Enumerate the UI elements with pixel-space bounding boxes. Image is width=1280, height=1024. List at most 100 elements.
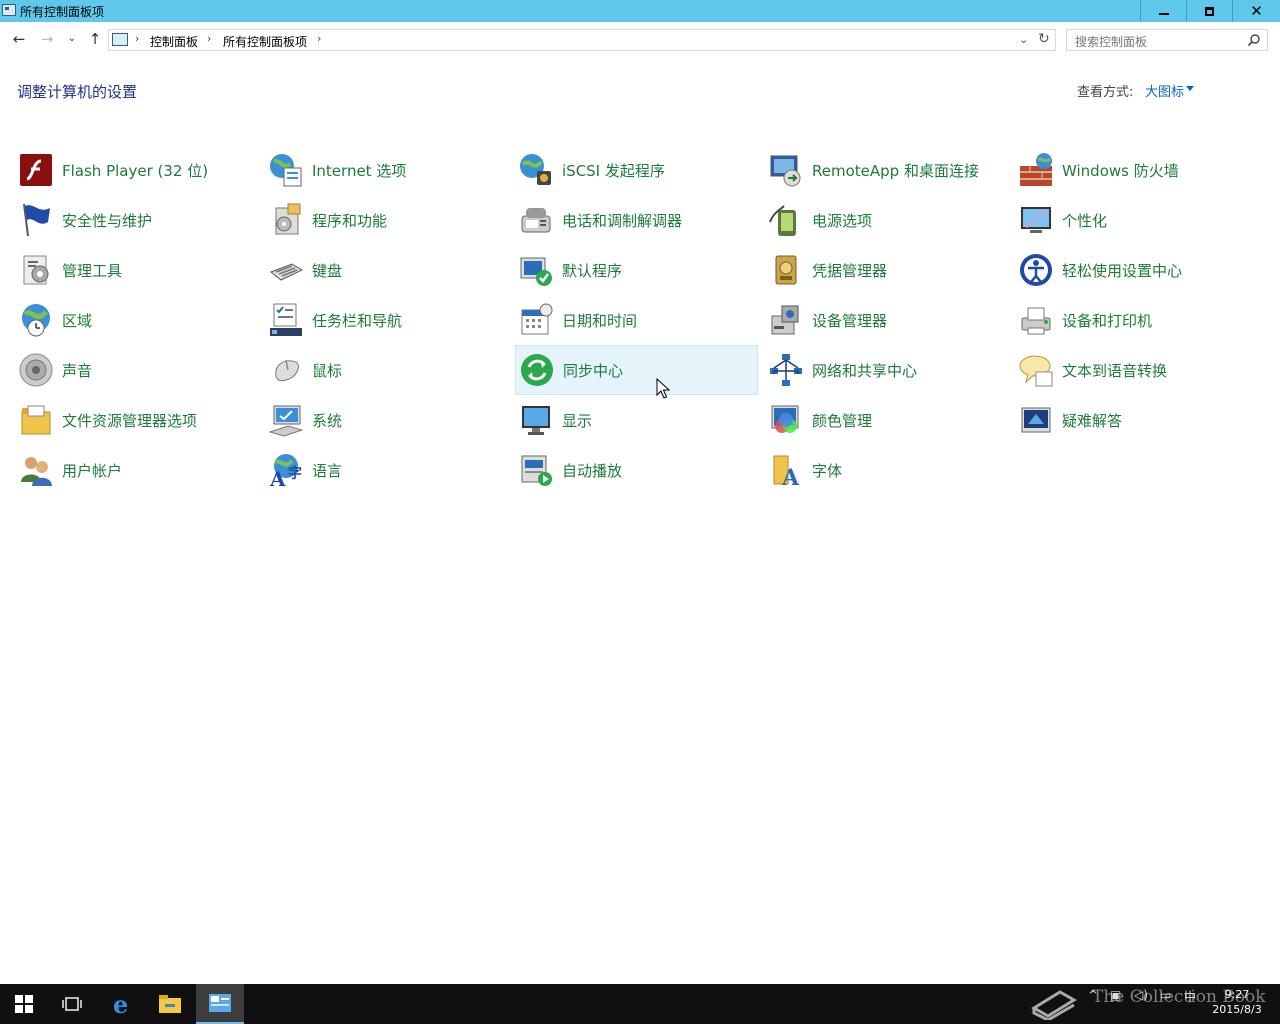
power-icon [769,205,796,236]
control-panel-taskbar-button[interactable] [196,984,244,1024]
control-panel-item-label: 文本到语音转换 [1062,361,1168,380]
control-panel-item-label: 用户帐户 [62,461,123,480]
control-panel-item-internet-options[interactable]: Internet 选项 [265,145,508,195]
control-panel-item-user-accounts[interactable]: 用户帐户 [15,445,258,495]
region-icon [22,304,50,337]
programs-icon [275,203,301,235]
address-dropdown-button[interactable]: ⌄ [1019,33,1028,46]
volume-tray-icon[interactable]: ◁) [1134,988,1148,1002]
control-panel-item-speech[interactable]: 文本到语音转换 [1015,345,1258,395]
control-panel-item-credential[interactable]: 凭据管理器 [765,245,1008,295]
breadcrumb-separator[interactable]: › [317,32,321,45]
control-panel-item-label: 显示 [562,411,593,430]
control-panel-item-flash[interactable]: Flash Player (32 位) [15,145,258,195]
close-button[interactable]: ✕ [1232,0,1280,22]
chevron-down-icon[interactable] [1186,86,1194,91]
breadcrumb-all-items[interactable]: 所有控制面板项 [223,33,307,50]
start-button[interactable] [0,984,48,1024]
firewall-icon [1020,153,1052,186]
control-panel-item-label: 凭据管理器 [812,261,888,280]
control-panel-item-label: 程序和功能 [312,211,388,230]
remoteapp-icon [770,155,801,187]
navigation-bar: ← → ⌄ ↑ › 控制面板 › 所有控制面板项 › ⌄ ↻ 搜索控制面板 [0,22,1280,58]
restore-button[interactable] [1186,0,1232,22]
color-icon [771,405,799,433]
control-panel-item-taskbar[interactable]: 任务栏和导航 [265,295,508,345]
search-icon[interactable] [1247,33,1261,47]
control-panel-item-personalization[interactable]: 个性化 [1015,195,1258,245]
control-panel-item-sync[interactable]: 同步中心 [515,345,758,395]
control-panel-item-system[interactable]: 系统 [265,395,508,445]
personalization-icon [1021,207,1051,233]
control-panel-item-mouse[interactable]: 鼠标 [265,345,508,395]
control-panel-item-firewall[interactable]: Windows 防火墙 [1015,145,1258,195]
taskbar: e The Collection Book ^ ▣ ◁) ▭ 中 9:27 20… [0,984,1280,1024]
refresh-button[interactable]: ↻ [1038,31,1050,47]
control-panel-item-keyboard[interactable]: 键盘 [265,245,508,295]
control-panel-item-label: 网络和共享中心 [812,361,918,380]
control-panel-item-printer[interactable]: 设备和打印机 [1015,295,1258,345]
control-panel-item-fonts[interactable]: A 字体 [765,445,1008,495]
control-panel-item-admin-tools[interactable]: 管理工具 [15,245,258,295]
control-panel-item-folder-options[interactable]: 文件资源管理器选项 [15,395,258,445]
mouse-icon [275,359,299,382]
control-panel-item-power[interactable]: 电源选项 [765,195,1008,245]
task-view-button[interactable] [48,984,96,1024]
control-panel-item-display[interactable]: 显示 [515,395,758,445]
title-bar[interactable]: 所有控制面板项 ✕ [0,0,1280,22]
control-panel-item-ease-of-access[interactable]: 轻松使用设置中心 [1015,245,1258,295]
search-input[interactable]: 搜索控制面板 [1066,29,1268,51]
control-panel-item-label: 同步中心 [563,361,624,380]
breadcrumb-control-panel[interactable]: 控制面板 [150,33,198,50]
minimize-button[interactable] [1140,0,1186,22]
breadcrumb-separator[interactable]: › [207,32,211,45]
printer-icon [1021,307,1051,335]
control-panel-item-remoteapp[interactable]: RemoteApp 和桌面连接 [765,145,1008,195]
control-panel-item-region[interactable]: 区域 [15,295,258,345]
control-panel-item-network[interactable]: 网络和共享中心 [765,345,1008,395]
system-icon [268,405,304,437]
up-button[interactable]: ↑ [86,30,104,48]
troubleshoot-icon [1021,407,1051,433]
back-button[interactable]: ← [10,30,28,48]
control-panel-item-device-manager[interactable]: 设备管理器 [765,295,1008,345]
svg-text:A: A [781,465,800,488]
window-title: 所有控制面板项 [20,5,105,19]
control-panel-item-label: 区域 [62,311,93,330]
control-panel-item-phone-modem[interactable]: 电话和调制解调器 [515,195,758,245]
page-title: 调整计算机的设置 [17,83,138,101]
ease-of-access-icon [1020,254,1052,286]
forward-button[interactable]: → [38,30,56,48]
control-panel-item-autoplay[interactable]: 自动播放 [515,445,758,495]
show-hidden-icons-button[interactable]: ^ [1088,988,1098,1002]
user-accounts-icon [21,457,52,486]
minimize-icon [1158,13,1169,15]
system-clock[interactable]: 9:27 2015/8/3 [1208,987,1266,1017]
control-panel-item-programs[interactable]: 程序和功能 [265,195,508,245]
address-bar[interactable]: › 控制面板 › 所有控制面板项 › ⌄ ↻ [108,29,1056,51]
file-explorer-button[interactable] [146,984,194,1024]
control-panel-item-language[interactable]: A 字语言 [265,445,508,495]
control-panel-item-color[interactable]: 颜色管理 [765,395,1008,445]
recent-locations-button[interactable]: ⌄ [63,33,81,44]
ime-indicator[interactable]: 中 [1184,988,1196,1005]
task-view-icon [62,997,82,1011]
speech-icon [1019,355,1053,387]
breadcrumb-separator[interactable]: › [135,32,139,45]
action-center-icon[interactable]: ▭ [1160,988,1171,1002]
svg-text:e: e [113,992,128,1016]
datetime-icon [521,303,553,335]
control-panel-item-label: 管理工具 [62,261,123,280]
control-panel-icon [112,33,128,46]
device-manager-icon [771,305,799,335]
control-panel-item-label: 设备管理器 [812,311,888,330]
view-by-dropdown[interactable]: 大图标 [1145,81,1184,100]
control-panel-item-sound[interactable]: 声音 [15,345,258,395]
network-tray-icon[interactable]: ▣ [1110,988,1121,1002]
control-panel-item-iscsi[interactable]: iSCSI 发起程序 [515,145,758,195]
edge-button[interactable]: e [98,984,146,1024]
control-panel-item-default-programs[interactable]: 默认程序 [515,245,758,295]
control-panel-item-security-flag[interactable]: 安全性与维护 [15,195,258,245]
control-panel-item-datetime[interactable]: 日期和时间 [515,295,758,345]
control-panel-item-troubleshoot[interactable]: 疑难解答 [1015,395,1258,445]
